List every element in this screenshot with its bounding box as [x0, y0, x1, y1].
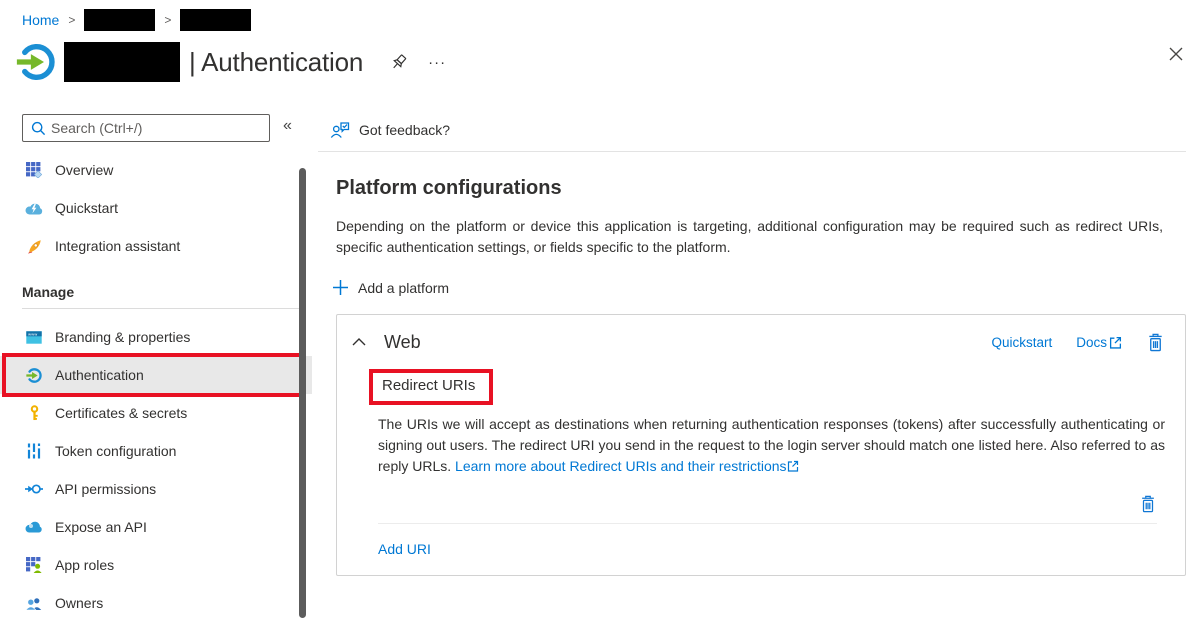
redirect-uri-row [378, 491, 1157, 517]
sidebar-item-label: Quickstart [55, 200, 118, 216]
app-registration-icon [16, 41, 58, 83]
arrow-into-circle-icon [25, 480, 43, 498]
redirect-uris-annotation-box: Redirect URIs [369, 369, 493, 405]
breadcrumb-separator: > [68, 13, 75, 27]
grid-icon [25, 161, 43, 179]
close-icon[interactable] [1168, 46, 1184, 62]
sidebar-item-owners[interactable]: Owners [0, 584, 312, 621]
main-content: Got feedback? Platform configurations De… [318, 108, 1200, 621]
search-input[interactable] [51, 116, 265, 140]
got-feedback-button[interactable]: Got feedback? [318, 108, 1186, 152]
docs-link[interactable]: Docs [1076, 335, 1122, 350]
collapse-chevron-icon[interactable] [350, 336, 368, 348]
delete-platform-icon[interactable] [1146, 332, 1165, 353]
auth-arrow-circle-icon [25, 366, 43, 384]
web-platform-card: Web Quickstart Docs [336, 314, 1186, 576]
key-icon [25, 404, 43, 422]
sidebar-item-overview[interactable]: Overview [0, 151, 312, 189]
sidebar-item-label: Token configuration [55, 443, 176, 459]
redirect-uris-description: The URIs we will accept as destinations … [378, 414, 1165, 477]
add-a-platform-label: Add a platform [358, 280, 449, 296]
sidebar-item-label: Certificates & secrets [55, 405, 187, 421]
rocket-icon [25, 237, 43, 255]
redacted-breadcrumb-item [180, 9, 251, 31]
add-a-platform-button[interactable]: Add a platform [332, 279, 492, 296]
grid-person-icon [25, 556, 43, 574]
sidebar-item-label: App roles [55, 557, 114, 573]
platform-configurations-description: Depending on the platform or device this… [336, 216, 1163, 258]
plus-icon [332, 279, 349, 296]
sidebar-item-certificates-secrets[interactable]: Certificates & secrets [0, 394, 312, 432]
svg-text:www: www [28, 331, 37, 336]
sidebar-item-label: Overview [55, 162, 113, 178]
sidebar-item-branding-properties[interactable]: www Branding & properties [0, 318, 312, 356]
sidebar-item-authentication[interactable]: Authentication [0, 356, 312, 394]
sidebar-item-label: Integration assistant [55, 238, 180, 254]
page-header: | Authentication ··· [16, 38, 1186, 86]
sidebar-item-token-configuration[interactable]: Token configuration [0, 432, 312, 470]
sidebar-scrollbar[interactable] [299, 168, 306, 618]
sidebar-item-quickstart[interactable]: Quickstart [0, 189, 312, 227]
cloud-icon [25, 518, 43, 536]
divider [378, 523, 1157, 524]
cloud-bolt-icon [25, 199, 43, 217]
got-feedback-label: Got feedback? [359, 122, 450, 138]
browser-window-icon: www [25, 328, 43, 346]
sidebar: « Overview [0, 108, 318, 621]
sidebar-group-manage: Manage [0, 270, 318, 300]
platform-configurations-heading: Platform configurations [336, 177, 1200, 200]
sidebar-nav: Overview Quickstart Integration assistan… [0, 151, 318, 621]
redirect-uris-heading: Redirect URIs [382, 377, 475, 394]
sidebar-item-label: Owners [55, 595, 103, 611]
page-title: | Authentication [189, 47, 363, 78]
delete-uri-icon[interactable] [1139, 494, 1157, 514]
sidebar-item-integration-assistant[interactable]: Integration assistant [0, 227, 312, 265]
people-icon [25, 594, 43, 612]
sidebar-item-label: Authentication [55, 367, 144, 383]
learn-more-link[interactable]: Learn more about Redirect URIs and their… [455, 458, 786, 474]
breadcrumb-separator: > [164, 13, 171, 27]
sidebar-item-api-permissions[interactable]: API permissions [0, 470, 312, 508]
web-card-title: Web [384, 332, 421, 353]
quickstart-link[interactable]: Quickstart [991, 335, 1052, 350]
search-icon [31, 121, 46, 136]
feedback-icon [330, 121, 350, 139]
sidebar-item-app-roles[interactable]: App roles [0, 546, 312, 584]
collapse-sidebar-icon[interactable]: « [283, 117, 292, 135]
sliders-icon [25, 442, 43, 460]
external-link-icon [787, 460, 799, 472]
sidebar-item-label: API permissions [55, 481, 156, 497]
sidebar-item-label: Branding & properties [55, 329, 190, 345]
external-link-icon [1109, 336, 1122, 349]
pin-icon[interactable] [389, 53, 408, 72]
redacted-app-name [64, 42, 180, 82]
sidebar-item-label: Expose an API [55, 519, 147, 535]
breadcrumb-home-link[interactable]: Home [22, 12, 59, 28]
more-commands-icon[interactable]: ··· [428, 54, 446, 71]
sidebar-search [22, 114, 270, 142]
breadcrumb: Home > > [22, 9, 251, 31]
add-uri-link[interactable]: Add URI [378, 541, 431, 557]
redacted-breadcrumb-item[interactable] [84, 9, 155, 31]
sidebar-item-expose-an-api[interactable]: Expose an API [0, 508, 312, 546]
